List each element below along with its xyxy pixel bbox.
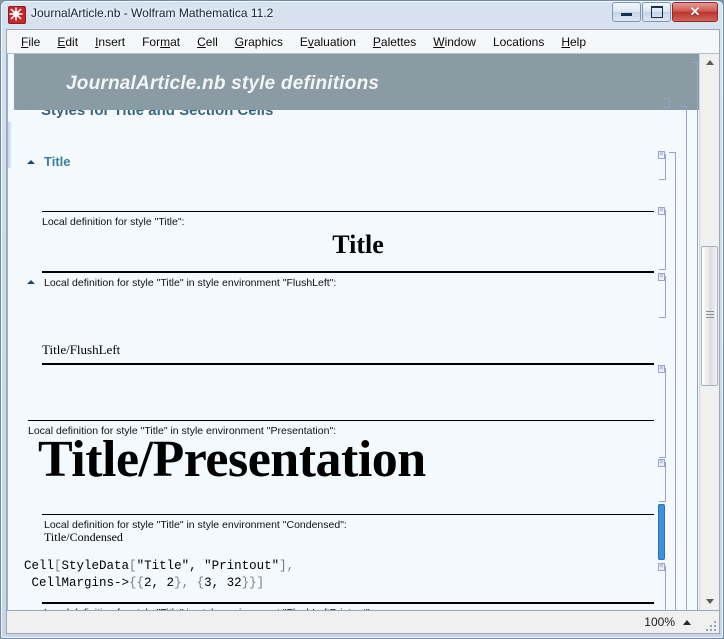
menu-item-format[interactable]: Format	[134, 32, 189, 52]
cell-bracket-column: ⊠ ⊠ ⊠ ⊠ ⊠ ⊠	[655, 62, 701, 610]
code-token-style-args: "Title", "Printout"	[136, 559, 280, 573]
zoom-level-label[interactable]: 100%	[644, 615, 675, 629]
notebook-left-gutter-shade	[8, 122, 12, 168]
cell-bracket-marker-3: ⊠	[658, 273, 665, 281]
scroll-down-button[interactable]	[700, 593, 719, 610]
collapse-caret-icon-2[interactable]	[27, 280, 35, 284]
cell-bracket-3[interactable]	[659, 276, 666, 318]
notebook-canvas[interactable]: JournalArticle.nb style definitions Styl…	[6, 53, 720, 611]
section-heading-title-label: Title	[44, 154, 71, 169]
section-heading-clipped: Styles for Title and Section Cells	[41, 110, 274, 119]
section-heading-title-row[interactable]: Title	[27, 154, 71, 169]
style-definitions-header-band: JournalArticle.nb style definitions	[14, 54, 702, 110]
cell-divider-4-top	[42, 514, 654, 515]
menu-item-insert[interactable]: Insert	[87, 32, 134, 52]
scroll-up-button[interactable]	[700, 54, 719, 71]
cell-bracket-title-group[interactable]	[669, 152, 676, 610]
cell-bracket-marker-4: ⊠	[658, 365, 665, 373]
code-token-bracket-close-1: ],	[279, 559, 295, 573]
zoom-menu-caret-icon[interactable]	[683, 620, 691, 625]
status-bar: 100%	[6, 611, 720, 634]
menu-item-locations[interactable]: Locations	[485, 32, 553, 52]
code-token-brace-mid: }, {	[174, 576, 205, 590]
code-token-bracket-open-1: [	[54, 559, 62, 573]
cell-sample-condensed[interactable]: Title/Condensed	[44, 530, 123, 545]
menu-bar: File Edit Insert Format Cell Graphics Ev…	[6, 29, 720, 53]
menu-item-file[interactable]: File	[13, 32, 49, 52]
minimize-button[interactable]	[612, 2, 641, 22]
cell-bracket-marker-6: ⊠	[658, 563, 665, 571]
application-window: JournalArticle.nb - Wolfram Mathematica …	[0, 0, 724, 639]
code-token-brace-close: }}]	[241, 576, 265, 590]
cell-divider-2-top	[42, 271, 654, 273]
menu-item-help[interactable]: Help	[553, 32, 595, 52]
notebook-content: Styles for Title and Section Cells Title…	[14, 110, 702, 610]
collapse-caret-icon[interactable]	[27, 159, 35, 164]
code-token-margins-x: 2, 2	[144, 576, 175, 590]
cell-bracket-selected-code[interactable]	[658, 504, 665, 560]
menu-item-graphics[interactable]: Graphics	[227, 32, 292, 52]
cell-bracket-marker-5: ⊠	[658, 459, 665, 467]
cell-bracket-marker-1: ⊠	[658, 151, 665, 159]
code-token-cellmargins: CellMargins->	[24, 576, 130, 590]
code-token-bracket-open-2: [	[129, 559, 137, 573]
code-cell-styledata-printout[interactable]: Cell[StyleData["Title", "Printout"], Cel…	[24, 558, 664, 592]
window-title: JournalArticle.nb - Wolfram Mathematica …	[31, 6, 274, 20]
close-icon: ✕	[689, 4, 701, 19]
cell-bracket-notebook[interactable]	[691, 62, 698, 610]
cell-bracket-6[interactable]	[659, 566, 666, 610]
cell-bracket-marker-2: ⊠	[658, 207, 665, 215]
triangle-down-icon	[705, 599, 714, 604]
cell-label-2: Local definition for style "Title" in st…	[44, 277, 337, 289]
cell-divider-5-top	[42, 602, 654, 604]
cell-bracket-section[interactable]	[680, 106, 687, 610]
resize-grip-icon[interactable]	[704, 619, 716, 631]
cell-divider-1-top	[42, 211, 654, 212]
minimize-icon	[613, 3, 640, 21]
maximize-button[interactable]	[642, 2, 671, 22]
cell-sample-presentation[interactable]: Title/Presentation	[38, 430, 426, 489]
menu-item-window[interactable]: Window	[425, 32, 485, 52]
code-token-brace-open: {{	[129, 576, 145, 590]
code-token-margins-y: 3, 32	[204, 576, 242, 590]
triangle-up-icon	[705, 60, 714, 65]
menu-item-palettes[interactable]: Palettes	[365, 32, 425, 52]
scrollbar-grip-icon	[706, 311, 714, 318]
cell-bracket-5[interactable]	[659, 462, 666, 502]
cell-divider-2-bottom	[42, 363, 654, 365]
style-definitions-header-title: JournalArticle.nb style definitions	[66, 73, 380, 94]
cell-sample-title[interactable]: Title	[14, 230, 702, 260]
cell-divider-3-top	[28, 420, 654, 421]
menu-item-edit[interactable]: Edit	[49, 32, 87, 52]
cell-bracket-4[interactable]	[659, 368, 666, 458]
menu-item-evaluation[interactable]: Evaluation	[292, 32, 365, 52]
mathematica-spikey-icon	[8, 6, 26, 24]
menu-item-cell[interactable]: Cell	[189, 32, 227, 52]
maximize-icon	[643, 3, 670, 21]
scrollbar-thumb[interactable]	[701, 246, 718, 386]
code-token-cell: Cell	[24, 559, 55, 573]
cell-sample-flushleft[interactable]: Title/FlushLeft	[42, 342, 120, 358]
cell-bracket-clipped-group[interactable]	[663, 98, 670, 108]
title-bar: JournalArticle.nb - Wolfram Mathematica …	[1, 1, 724, 28]
vertical-scrollbar[interactable]	[699, 54, 719, 610]
code-token-styledata: StyleData	[61, 559, 130, 573]
close-button[interactable]: ✕	[672, 2, 718, 22]
cell-label-1: Local definition for style "Title":	[42, 216, 185, 228]
cell-bracket-2[interactable]	[659, 210, 666, 270]
